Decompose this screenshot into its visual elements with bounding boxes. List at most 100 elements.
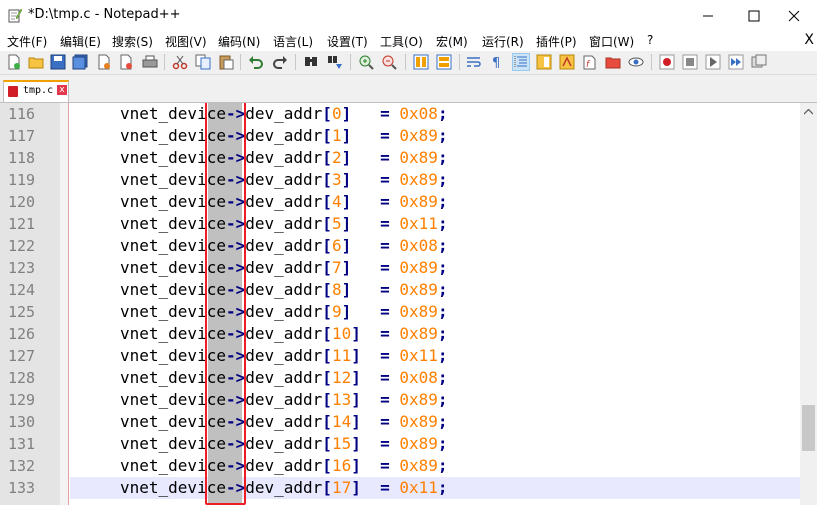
operator-token: [: [322, 148, 332, 167]
line-number: 122: [8, 237, 36, 255]
menu-encoding[interactable]: 编码(N): [218, 33, 260, 50]
close-document-button[interactable]: X: [804, 32, 814, 48]
menu-macro[interactable]: 宏(M): [436, 33, 468, 50]
operator-token: ]: [351, 324, 361, 343]
code-line[interactable]: 119 vnet_device->dev_addr[3] = 0x89;: [0, 169, 800, 191]
menu-edit[interactable]: 编辑(E): [60, 33, 101, 50]
vertical-scrollbar[interactable]: [800, 103, 817, 505]
operator-token: ]: [351, 434, 361, 453]
redo-icon[interactable]: [272, 54, 288, 70]
operator-token: ;: [437, 148, 448, 167]
code-line[interactable]: 127 vnet_device->dev_addr[11] = 0x11;: [0, 345, 800, 367]
menu-view[interactable]: 视图(V): [165, 33, 207, 50]
save-macro-icon[interactable]: [751, 54, 767, 70]
close-all-icon[interactable]: [118, 54, 134, 70]
number-token: 0x89: [399, 412, 438, 431]
find-icon[interactable]: [303, 54, 319, 70]
menu-language[interactable]: 语言(L): [273, 33, 313, 50]
tab-close-icon[interactable]: x: [57, 85, 67, 95]
field-token: dev_addr: [245, 390, 323, 409]
menu-file[interactable]: 文件(F): [7, 33, 47, 50]
line-number: 129: [8, 391, 36, 409]
record-macro-icon[interactable]: [659, 54, 675, 70]
tab-tmp-c[interactable]: tmp.c x: [3, 80, 69, 102]
code-line[interactable]: 122 vnet_device->dev_addr[6] = 0x08;: [0, 235, 800, 257]
zoom-out-icon[interactable]: [381, 54, 397, 70]
code-text: vnet_device->dev_addr[1] = 0x89;: [120, 125, 448, 147]
menu-plugins[interactable]: 插件(P): [536, 33, 577, 50]
number-token: 11: [331, 346, 352, 365]
new-file-icon[interactable]: [6, 54, 22, 70]
menu-tools[interactable]: 工具(O): [380, 33, 423, 50]
code-text: vnet_device->dev_addr[2] = 0x89;: [120, 147, 448, 169]
field-token: dev_addr: [245, 170, 323, 189]
sync-vertical-icon[interactable]: [413, 54, 429, 70]
number-token: 12: [331, 368, 352, 387]
field-token: dev_addr: [245, 236, 323, 255]
indent-guide-icon[interactable]: [512, 53, 530, 71]
close-icon[interactable]: [96, 54, 112, 70]
menu-window[interactable]: 窗口(W): [589, 33, 634, 50]
paste-icon[interactable]: [218, 54, 234, 70]
word-wrap-icon[interactable]: [466, 54, 482, 70]
code-line[interactable]: 133 vnet_device->dev_addr[17] = 0x11;: [0, 477, 800, 499]
menu-search[interactable]: 搜索(S): [112, 33, 153, 50]
scroll-thumb[interactable]: [802, 405, 815, 451]
menu-run[interactable]: 运行(R): [482, 33, 524, 50]
function-list-icon[interactable]: [559, 54, 575, 70]
scroll-up-button[interactable]: [800, 103, 817, 120]
stop-macro-icon[interactable]: [682, 54, 698, 70]
undo-icon[interactable]: [248, 54, 264, 70]
number-token: 17: [331, 478, 352, 497]
zoom-in-icon[interactable]: [358, 54, 374, 70]
print-icon[interactable]: [142, 54, 158, 70]
code-line[interactable]: 121 vnet_device->dev_addr[5] = 0x11;: [0, 213, 800, 235]
code-line[interactable]: 120 vnet_device->dev_addr[4] = 0x89;: [0, 191, 800, 213]
replace-icon[interactable]: [327, 54, 343, 70]
menu-settings[interactable]: 设置(T): [327, 33, 368, 50]
code-line[interactable]: 116 vnet_device->dev_addr[0] = 0x08;: [0, 103, 800, 125]
code-line[interactable]: 132 vnet_device->dev_addr[16] = 0x89;: [0, 455, 800, 477]
menu-help[interactable]: ?: [647, 33, 653, 47]
code-line[interactable]: 125 vnet_device->dev_addr[9] = 0x89;: [0, 301, 800, 323]
folder-icon[interactable]: [605, 54, 621, 70]
sync-horizontal-icon[interactable]: [436, 54, 452, 70]
monitor-icon[interactable]: [628, 54, 644, 70]
code-line[interactable]: 117 vnet_device->dev_addr[1] = 0x89;: [0, 125, 800, 147]
code-editor[interactable]: 116 vnet_device->dev_addr[0] = 0x08; 117 vn…: [0, 103, 800, 505]
cut-icon[interactable]: [172, 54, 188, 70]
operator-token: =: [380, 170, 390, 189]
code-line[interactable]: 118 vnet_device->dev_addr[2] = 0x89;: [0, 147, 800, 169]
code-line[interactable]: 131 vnet_device->dev_addr[15] = 0x89;: [0, 433, 800, 455]
code-line[interactable]: 126 vnet_device->dev_addr[10] = 0x89;: [0, 323, 800, 345]
code-line[interactable]: 123 vnet_device->dev_addr[7] = 0x89;: [0, 257, 800, 279]
document-map-icon[interactable]: [536, 54, 552, 70]
save-icon[interactable]: [50, 54, 66, 70]
operator-token: ]: [351, 346, 361, 365]
code-text: vnet_device->dev_addr[5] = 0x11;: [120, 213, 448, 235]
copy-icon[interactable]: [195, 54, 211, 70]
open-file-icon[interactable]: [28, 54, 44, 70]
show-all-chars-icon[interactable]: ¶: [489, 54, 505, 70]
save-all-icon[interactable]: [72, 54, 88, 70]
code-line[interactable]: 124 vnet_device->dev_addr[8] = 0x89;: [0, 279, 800, 301]
operator-token: =: [380, 412, 390, 431]
play-macro-icon[interactable]: [705, 54, 721, 70]
code-line[interactable]: 128 vnet_device->dev_addr[12] = 0x08;: [0, 367, 800, 389]
operator-token: ]: [341, 258, 352, 277]
run-macro-multiple-icon[interactable]: [728, 54, 744, 70]
code-line[interactable]: 129 vnet_device->dev_addr[13] = 0x89;: [0, 389, 800, 411]
field-token: dev_addr: [245, 478, 323, 497]
minimize-button[interactable]: [685, 0, 731, 31]
close-window-button[interactable]: [771, 0, 817, 31]
code-text: vnet_device->dev_addr[7] = 0x89;: [120, 257, 448, 279]
code-line[interactable]: 130 vnet_device->dev_addr[14] = 0x89;: [0, 411, 800, 433]
operator-token: =: [380, 478, 390, 497]
folder-workspace-icon[interactable]: f: [582, 54, 598, 70]
